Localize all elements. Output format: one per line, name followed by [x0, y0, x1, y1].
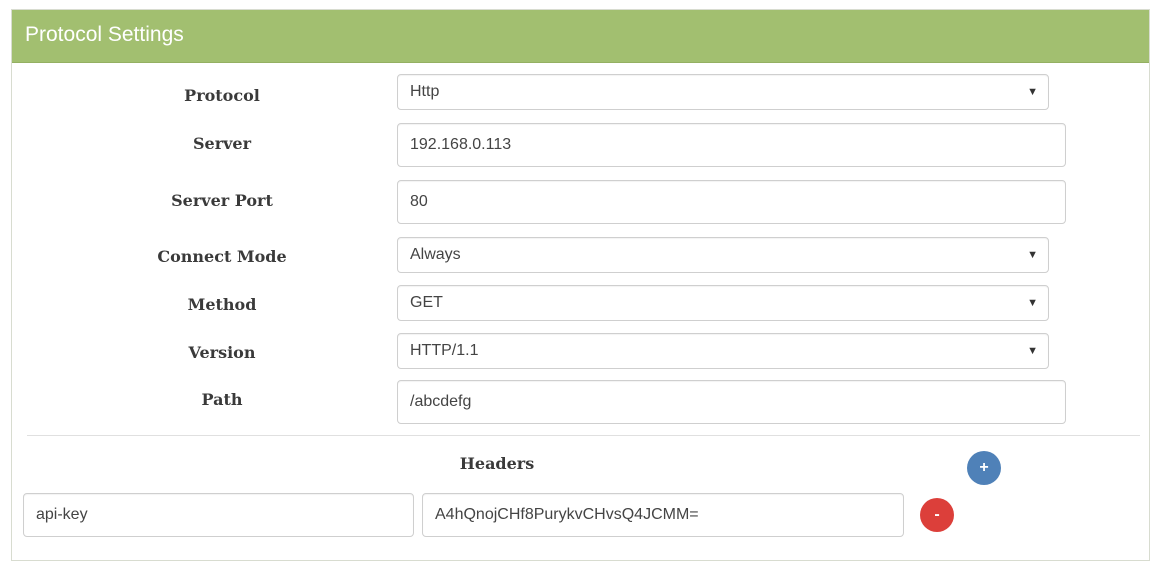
chevron-down-icon: ▼ — [1027, 249, 1038, 261]
connect-mode-value: Always — [410, 246, 461, 263]
header-value-input[interactable]: A4hQnojCHf8PurykvCHvsQ4JCMM= — [422, 493, 904, 537]
minus-icon: - — [934, 506, 940, 523]
protocol-label: Protocol — [184, 86, 260, 105]
method-value: GET — [410, 294, 443, 311]
version-value: HTTP/1.1 — [410, 342, 479, 359]
header-key-input[interactable]: api-key — [23, 493, 414, 537]
panel-title: Protocol Settings — [25, 23, 184, 46]
server-input[interactable]: 192.168.0.113 — [397, 123, 1066, 167]
protocol-settings-panel: Protocol Settings Protocol Http ▼ Server… — [11, 9, 1150, 561]
version-label: Version — [188, 343, 256, 362]
server-port-input[interactable]: 80 — [397, 180, 1066, 224]
connect-mode-label: Connect Mode — [157, 247, 287, 266]
remove-header-button[interactable]: - — [920, 498, 954, 532]
version-select[interactable]: HTTP/1.1 ▼ — [397, 333, 1049, 369]
server-label: Server — [192, 134, 252, 153]
section-divider — [27, 435, 1140, 436]
panel-header: Protocol Settings — [12, 10, 1149, 63]
header-value-value: A4hQnojCHf8PurykvCHvsQ4JCMM= — [435, 506, 699, 523]
chevron-down-icon: ▼ — [1027, 86, 1038, 98]
server-port-value: 80 — [410, 193, 428, 210]
path-input[interactable]: /abcdefg — [397, 380, 1066, 424]
method-select[interactable]: GET ▼ — [397, 285, 1049, 321]
server-value: 192.168.0.113 — [410, 136, 512, 153]
connect-mode-select[interactable]: Always ▼ — [397, 237, 1049, 273]
plus-icon: + — [979, 459, 989, 476]
headers-label: Headers — [459, 454, 535, 473]
header-key-value: api-key — [36, 506, 88, 523]
method-label: Method — [187, 295, 257, 314]
chevron-down-icon: ▼ — [1027, 345, 1038, 357]
protocol-select[interactable]: Http ▼ — [397, 74, 1049, 110]
chevron-down-icon: ▼ — [1027, 297, 1038, 309]
add-header-button[interactable]: + — [967, 451, 1001, 485]
path-value: /abcdefg — [410, 393, 472, 410]
protocol-value: Http — [410, 83, 440, 100]
server-port-label: Server Port — [171, 191, 273, 210]
path-label: Path — [201, 390, 243, 409]
